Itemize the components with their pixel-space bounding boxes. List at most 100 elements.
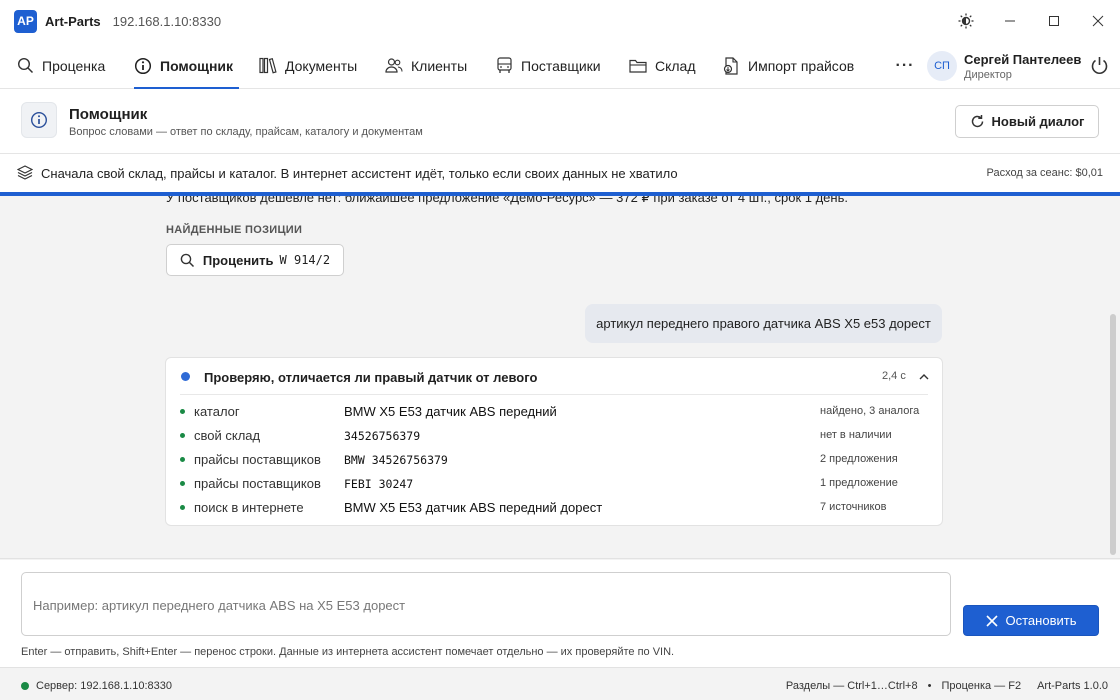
price-position-button[interactable]: Проценить W 914/2 — [166, 244, 344, 276]
step-query: BMW X5 E53 датчик ABS передний дорест — [344, 500, 603, 515]
found-positions-label: НАЙДЕННЫЕ ПОЗИЦИИ — [166, 224, 303, 236]
step-query: FEBI 30247 — [344, 477, 414, 491]
page-subtitle: Вопрос словами — ответ по складу, прайса… — [69, 126, 423, 138]
user-role: Директор — [964, 69, 1012, 81]
step-source: прайсы поставщиков — [194, 452, 321, 467]
step-result: 1 предложение — [820, 477, 898, 489]
step-query: BMW X5 E53 датчик ABS передний — [344, 404, 557, 419]
new-dialog-button[interactable]: Новый диалог — [955, 105, 1099, 138]
server-status: Сервер: 192.168.1.10:8330 — [36, 680, 173, 692]
nav-label: Клиенты — [411, 57, 468, 74]
title-bar: AP Art-Parts 192.168.1.10:8330 — [0, 0, 1120, 42]
info-icon — [134, 57, 152, 74]
server-status-dot — [21, 682, 29, 690]
user-message: артикул переднего правого датчика ABS X5… — [585, 304, 942, 343]
assistant-answer-text: У поставщиков дешевле нет: ближайшее пре… — [166, 196, 848, 205]
chevron-up-icon[interactable] — [918, 371, 930, 386]
step-result: 7 источников — [820, 501, 887, 513]
step-result: нет в наличии — [820, 429, 892, 441]
more-menu-icon[interactable]: ··· — [893, 42, 917, 89]
composer-hint: Enter — отправить, Shift+Enter — перенос… — [21, 646, 675, 658]
step-result: 2 предложения — [820, 453, 898, 465]
stop-button[interactable]: Остановить — [963, 605, 1099, 636]
step-query: 34526756379 — [344, 429, 421, 443]
nav-label: Склад — [655, 57, 696, 74]
nav-item-assistant[interactable]: Помощник — [134, 42, 240, 89]
nav-label: Импорт прайсов — [748, 57, 855, 74]
sections-shortcut: Разделы — Ctrl+1…Ctrl+8 — [785, 680, 918, 692]
card-elapsed-time: 2,4 с — [882, 370, 906, 382]
info-bar-text: Сначала свой склад, прайсы и каталог. В … — [41, 166, 678, 181]
session-cost: Расход за сеанс: $0,01 — [986, 167, 1103, 179]
card-title: Проверяю, отличается ли правый датчик от… — [204, 370, 538, 385]
nav-label: Документы — [285, 57, 358, 74]
avatar[interactable]: СП — [927, 51, 957, 81]
app-version: Art-Parts 1.0.0 — [1037, 680, 1108, 692]
chat-scrollbar[interactable] — [1110, 314, 1116, 555]
nav-item-import-prices[interactable]: Импорт прайсов — [722, 42, 854, 89]
step-source: свой склад — [194, 428, 261, 443]
divider — [180, 394, 928, 395]
search-step: прайсы поставщиков BMW 34526756379 2 пре… — [180, 451, 930, 471]
page-title: Помощник — [69, 106, 148, 123]
step-source: прайсы поставщиков — [194, 476, 321, 491]
nav-item-suppliers[interactable]: Поставщики — [496, 42, 601, 89]
step-source: каталог — [194, 404, 240, 419]
layers-icon — [16, 165, 34, 183]
page-header: Помощник Вопрос словами — ответ по склад… — [0, 89, 1120, 154]
info-icon — [21, 102, 57, 138]
stop-button-label: Остановить — [1005, 613, 1077, 628]
server-address: 192.168.1.10:8330 — [112, 13, 222, 29]
folder-icon — [629, 59, 647, 73]
main-nav: Проценка Помощник Документы Клиенты Пост… — [0, 42, 1120, 89]
power-icon[interactable] — [1088, 54, 1110, 76]
refresh-icon — [971, 115, 983, 128]
step-status-dot — [180, 481, 185, 486]
search-icon — [17, 57, 34, 74]
step-status-dot — [180, 409, 185, 414]
question-input[interactable]: Например: артикул переднего датчика ABS … — [21, 572, 951, 636]
nav-item-documents[interactable]: Документы — [259, 42, 357, 89]
step-result: найдено, 3 аналога — [820, 405, 920, 417]
step-status-dot — [180, 505, 185, 510]
nav-label: Проценка — [42, 57, 106, 74]
search-icon — [180, 253, 194, 267]
status-bar: Сервер: 192.168.1.10:8330 Разделы — Ctrl… — [0, 667, 1120, 700]
step-status-dot — [180, 433, 185, 438]
price-button-label: Проценить — [202, 252, 274, 268]
bus-icon — [497, 57, 512, 73]
books-icon — [259, 57, 277, 74]
separator-bullet: • — [927, 680, 932, 692]
step-query: BMW 34526756379 — [344, 453, 448, 467]
minimize-icon[interactable] — [988, 0, 1032, 42]
theme-toggle-icon[interactable] — [944, 0, 988, 42]
app-logo: AP — [14, 9, 37, 33]
user-name: Сергей Пантелеев — [964, 52, 1082, 67]
close-icon[interactable] — [1076, 0, 1120, 42]
shortcuts-info: Разделы — Ctrl+1…Ctrl+8 • Проценка — F2 … — [776, 680, 1108, 692]
nav-label: Помощник — [160, 57, 234, 74]
status-indicator — [181, 372, 190, 381]
search-step: поиск в интернете BMW X5 E53 датчик ABS … — [180, 499, 930, 519]
search-step: прайсы поставщиков FEBI 30247 1 предложе… — [180, 475, 930, 495]
composer: Например: артикул переднего датчика ABS … — [0, 560, 1120, 667]
step-source: поиск в интернете — [194, 500, 304, 515]
nav-item-clients[interactable]: Клиенты — [385, 42, 467, 89]
people-icon — [385, 58, 403, 73]
file-import-icon — [723, 56, 738, 75]
close-icon — [985, 614, 998, 627]
window-controls — [944, 0, 1120, 42]
nav-item-pricing[interactable]: Проценка — [17, 42, 105, 89]
search-step: каталог BMW X5 E53 датчик ABS передний н… — [180, 403, 930, 423]
question-input-placeholder: Например: артикул переднего датчика ABS … — [33, 598, 406, 613]
pricing-shortcut: Проценка — F2 — [941, 680, 1022, 692]
assistant-progress-card: Проверяю, отличается ли правый датчик от… — [165, 357, 943, 526]
chat-area: У поставщиков дешевле нет: ближайшее пре… — [0, 196, 1120, 559]
maximize-icon[interactable] — [1032, 0, 1076, 42]
info-bar: Сначала свой склад, прайсы и каталог. В … — [0, 154, 1120, 192]
app-name: Art-Parts — [45, 13, 101, 29]
new-dialog-label: Новый диалог — [991, 114, 1085, 129]
nav-item-warehouse[interactable]: Склад — [629, 42, 696, 89]
price-button-code: W 914/2 — [279, 253, 331, 267]
step-status-dot — [180, 457, 185, 462]
